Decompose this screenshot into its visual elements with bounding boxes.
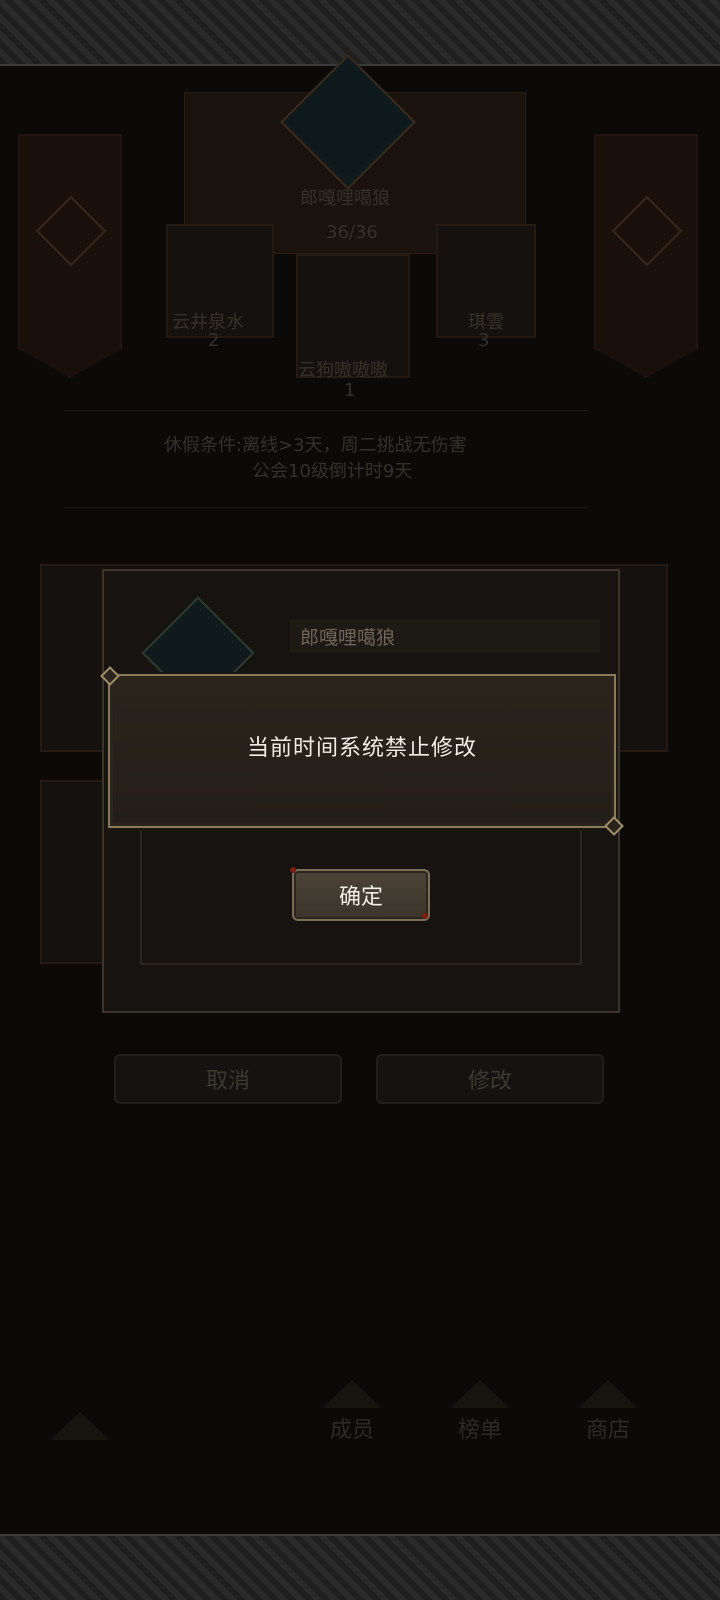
nav-ranking-label: 榜单 [457,1418,502,1443]
alert-dialog: 当前时间系统禁止修改 [108,674,616,828]
left-banner [18,134,122,378]
bottom-frame [0,1534,720,1600]
guild-countdown-text: 公会10级倒计时9天 [252,461,413,482]
confirm-corner-left [290,867,296,873]
rank-3-number: 3 [478,330,490,351]
banner-emblem-icon [35,195,107,267]
guild-info-box: 休假条件:离线>3天，周二挑战无伤害 公会10级倒计时9天 [64,410,588,508]
nav-shop[interactable]: 商店 [568,1380,648,1444]
leader-name: 郎嘎哩噶狼 [300,188,390,209]
nav-members[interactable]: 成员 [312,1380,392,1444]
rank-1-number: 1 [344,380,356,401]
confirm-button[interactable]: 确定 [292,869,430,921]
guild-rule-text: 休假条件:离线>3天，周二挑战无伤害 [164,435,467,456]
rank-1-name: 云狗嗷嗷嗷 [298,360,388,381]
alert-message: 当前时间系统禁止修改 [246,736,477,761]
right-banner [594,134,698,378]
info-icon [611,195,683,267]
nav-members-label: 成员 [329,1418,374,1443]
back-icon[interactable] [40,1412,120,1444]
nav-shop-label: 商店 [585,1418,630,1443]
modify-button[interactable]: 修改 [376,1054,604,1104]
top-frame [0,0,720,66]
rank-2-number: 2 [208,330,220,351]
cancel-button[interactable]: 取消 [114,1054,342,1104]
name-field[interactable]: 郎嘎哩噶狼 [290,619,600,653]
confirm-corner-right [422,913,428,919]
nav-ranking[interactable]: 榜单 [440,1380,520,1444]
member-count: 36/36 [326,222,378,243]
